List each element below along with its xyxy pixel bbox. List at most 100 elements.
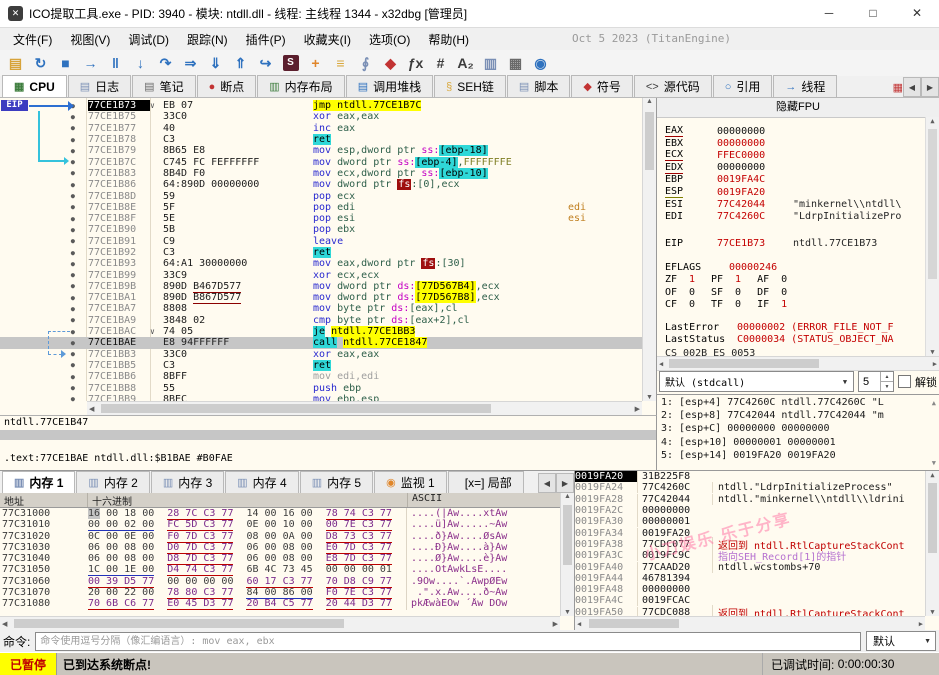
register-row[interactable]: EBP 0019FA4C	[665, 174, 923, 186]
maximize-button[interactable]: □	[851, 0, 895, 27]
breakpoint-dot[interactable]: ●	[0, 271, 88, 279]
dump-tab[interactable]: [x=] 局部	[448, 471, 524, 493]
dump-row[interactable]: 77C31070 20 00 22 0078 80 C3 7784 00 86 …	[0, 587, 560, 598]
view-tab[interactable]: ▤ 调用堆栈	[346, 75, 433, 97]
menu-item[interactable]: 插件(P)	[237, 28, 295, 51]
disassembly-row[interactable]: ● 77CE1B77 40 inc eax	[0, 123, 642, 134]
dump-tab[interactable]: ▥ 内存 5	[300, 471, 373, 493]
stack-row[interactable]: 0019FA20 31B225F8	[575, 471, 939, 482]
disassembly-row[interactable]: ● 77CE1BAE E8 94FFFFFF call ntdll.77CE18…	[0, 337, 642, 348]
hide-fpu-button[interactable]: 隐藏FPU	[657, 98, 939, 118]
toolbar-button[interactable]: A₂	[453, 52, 478, 74]
scroll-up-icon[interactable]: ▲	[926, 471, 939, 479]
register-row[interactable]: EDX 00000000	[665, 162, 923, 174]
view-tab[interactable]: ◆ 符号	[571, 75, 632, 97]
argument-row[interactable]: 5: [esp+14] 0019FA20 0019FA20	[661, 450, 939, 463]
scroll-left-icon[interactable]: ◀	[2, 620, 7, 628]
disassembly-row[interactable]: ● 77CE1BA9 3848 02 cmp byte ptr ds:[eax+…	[0, 315, 642, 326]
dump-row[interactable]: 77C31010 00 00 02 00FC 5D C3 770E 00 10 …	[0, 519, 560, 530]
disassembly-row[interactable]: ● 77CE1B8D 59 pop ecx	[0, 190, 642, 201]
toolbar-button[interactable]: ▦	[503, 52, 528, 74]
menu-item[interactable]: 调试(D)	[119, 28, 178, 51]
last-status-row[interactable]: LastStatus C0000034 (STATUS_OBJECT_NA	[665, 334, 923, 346]
menu-item[interactable]: 视图(V)	[61, 28, 119, 51]
breakpoint-dot[interactable]: ●	[0, 316, 88, 324]
scroll-thumb[interactable]	[14, 619, 344, 628]
toolbar-button[interactable]: →	[78, 52, 103, 74]
menu-item[interactable]: 文件(F)	[4, 28, 61, 51]
breakpoint-dot[interactable]: ●	[0, 136, 88, 144]
tab-scroll-left[interactable]: ◀	[538, 473, 556, 493]
disassembly-row[interactable]: ● 77CE1B99 33C9 xor ecx,ecx	[0, 269, 642, 280]
view-tab[interactable]: → 线程	[773, 75, 837, 97]
register-row[interactable]: ESI 77C42044 "minkernel\\ntdll\	[665, 198, 923, 210]
breakpoint-dot[interactable]: ●	[0, 350, 88, 358]
unlock-checkbox[interactable]	[898, 375, 911, 388]
register-row[interactable]: EIP 77CE1B73 ntdll.77CE1B73	[665, 237, 923, 249]
toolbar-button[interactable]: ▥	[478, 52, 503, 74]
breakpoint-dot[interactable]: ●	[0, 294, 88, 302]
stack-row[interactable]: 0019FA3C 0019FC9C 指向SEH_Record[1]的指针	[575, 550, 939, 561]
dump-tab[interactable]: ◉ 监视 1	[374, 471, 447, 493]
disassembly-row[interactable]: ● 77CE1B73 ∨ EB 07 jmp ntdll.77CE1B7C	[0, 100, 642, 111]
scroll-up-icon[interactable]: ▲	[932, 399, 936, 407]
registers-hscrollbar[interactable]: ◀ ▶	[657, 356, 939, 371]
scroll-left-icon[interactable]: ◀	[89, 405, 94, 413]
disassembly-row[interactable]: ● 77CE1BB8 55 push ebp	[0, 382, 642, 393]
dump-row[interactable]: 77C31040 06 00 08 00D8 7D C3 7706 00 08 …	[0, 553, 560, 564]
dump-tab[interactable]: ▥ 内存 4	[225, 471, 298, 493]
disassembly-vscrollbar[interactable]: ▲ ▼	[642, 98, 656, 401]
last-error-row[interactable]: LastError 00000002 (ERROR_FILE_NOT_F	[665, 322, 923, 334]
dump-tab[interactable]: ▥ 内存 2	[76, 471, 149, 493]
flags-row[interactable]: CF0 TF0 IF1	[665, 299, 923, 312]
scroll-up-icon[interactable]: ▲	[926, 117, 939, 125]
scroll-right-icon[interactable]: ▶	[933, 360, 937, 368]
stack-hscrollbar[interactable]: ◀ ▶	[575, 616, 925, 630]
scroll-thumb[interactable]	[928, 483, 937, 553]
toolbar-button[interactable]: ƒx	[403, 52, 428, 74]
dump-tab[interactable]: ▥ 内存 3	[151, 471, 224, 493]
toolbar-button[interactable]: ∮	[353, 52, 378, 74]
breakpoint-dot[interactable]: ●	[0, 328, 88, 336]
disassembly-row[interactable]: ● 77CE1BB3 33C0 xor eax,eax	[0, 349, 642, 360]
breakpoint-dot[interactable]: ●	[0, 282, 88, 290]
breakpoint-dot[interactable]: ●	[0, 113, 88, 121]
scroll-thumb[interactable]	[101, 404, 491, 413]
scroll-up-icon[interactable]: ▲	[561, 493, 574, 500]
dump-row[interactable]: 77C31000 16 00 18 0028 7C C3 7714 00 16 …	[0, 508, 560, 519]
view-tab[interactable]: ▤ 脚本	[507, 75, 570, 97]
menu-item[interactable]: 选项(O)	[360, 28, 419, 51]
breakpoint-dot[interactable]: ●	[0, 203, 88, 211]
scroll-thumb[interactable]	[563, 505, 572, 565]
toolbar-button[interactable]: ◉	[528, 52, 553, 74]
menu-item[interactable]: 收藏夹(I)	[295, 28, 360, 51]
scroll-thumb[interactable]	[645, 112, 654, 170]
view-tab[interactable]: ▥ 内存布局	[257, 75, 344, 97]
stepper-down-icon[interactable]: ▼	[881, 381, 893, 391]
stack-row[interactable]: 0019FA48 00000000	[575, 584, 939, 595]
breakpoint-dot[interactable]: ●	[0, 192, 88, 200]
scroll-down-icon[interactable]: ▼	[926, 348, 939, 356]
view-tab[interactable]: ▤ 笔记	[132, 75, 195, 97]
dump-row[interactable]: 77C31020 0C 00 0E 00F0 7D C3 7708 00 0A …	[0, 531, 560, 542]
view-tab[interactable]: ▦ CPU	[2, 75, 67, 97]
view-tab[interactable]: ● 断点	[197, 75, 257, 97]
breakpoint-dot[interactable]: ●	[0, 260, 88, 268]
stack-row[interactable]: 0019FA30 00000001	[575, 516, 939, 527]
toolbar-button[interactable]: ↻	[28, 52, 53, 74]
register-row[interactable]: EAX 00000000	[665, 125, 923, 137]
breakpoint-dot[interactable]: ●	[0, 237, 88, 245]
toolbar-button[interactable]: ↓	[128, 52, 153, 74]
view-tab[interactable]: ▤ 日志	[68, 75, 131, 97]
breakpoint-dot[interactable]: ●	[0, 373, 88, 381]
scroll-down-icon[interactable]: ▼	[932, 459, 936, 467]
view-tab[interactable]: <> 源代码	[634, 75, 712, 97]
disassembly-row[interactable]: ● 77CE1B8F 5E pop esi esi	[0, 213, 642, 224]
scroll-right-icon[interactable]: ▶	[919, 620, 923, 628]
dump-tab[interactable]: ▥ 内存 1	[2, 471, 75, 493]
dump-row[interactable]: 77C31080 70 6B C6 77E0 45 D3 7720 B4 C5 …	[0, 598, 560, 609]
toolbar-button[interactable]: ⇓	[203, 52, 228, 74]
scroll-thumb[interactable]	[928, 129, 937, 279]
dump-hscrollbar[interactable]: ◀ ▶	[0, 616, 560, 630]
minimize-button[interactable]: ─	[807, 0, 851, 27]
